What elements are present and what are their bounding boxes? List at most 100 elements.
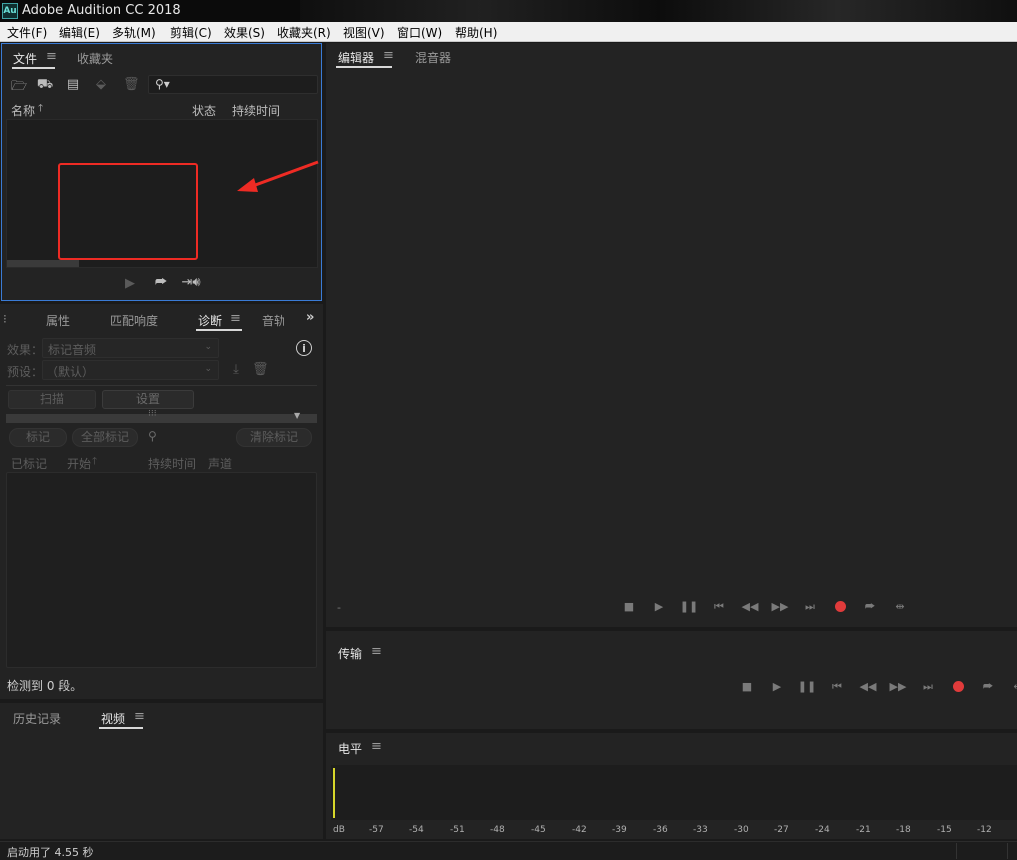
settings-button[interactable]: 设置 (102, 390, 194, 409)
menu-clip[interactable]: 剪辑(C) (170, 24, 212, 41)
go-to-start-icon[interactable]: ⏮ (708, 600, 730, 614)
stop-icon[interactable]: ■ (618, 600, 640, 613)
menu-view[interactable]: 视图(V) (343, 24, 385, 41)
menu-multitrack[interactable]: 多轨(M) (112, 24, 156, 41)
new-file-icon[interactable]: ▤ (64, 77, 82, 92)
tab-history[interactable]: 历史记录 (13, 710, 61, 727)
files-panel-menu-icon[interactable]: ≡ (46, 49, 57, 64)
tab-match-loudness[interactable]: 匹配响度 (110, 312, 158, 329)
db-tick-label: -30 (734, 825, 749, 835)
info-icon[interactable]: i (296, 340, 312, 356)
go-to-end-icon[interactable]: ⏭ (799, 600, 821, 614)
pause-icon[interactable]: ❚❚ (678, 600, 700, 613)
tab-files[interactable]: 文件 (13, 50, 37, 67)
delete-preset-icon[interactable]: 🗑 (252, 362, 269, 377)
column-name[interactable]: 名称 (11, 102, 35, 119)
record-icon[interactable] (835, 601, 846, 612)
level-panel-title: 电平 (338, 742, 363, 756)
skip-selection-icon[interactable]: ⇹ (1007, 680, 1017, 693)
rewind-icon[interactable]: ◀◀ (739, 600, 761, 613)
grip-icon: ⁝⁝⁝ (148, 409, 157, 419)
column-duration[interactable]: 持续时间 (232, 102, 280, 119)
open-folder-icon[interactable]: 🗁 (10, 77, 28, 99)
tab-diagnostics-underline (196, 329, 242, 331)
play-icon[interactable]: ▶ (648, 600, 670, 613)
db-tick-label: -57 (369, 825, 384, 835)
go-to-start-icon[interactable]: ⏮ (826, 680, 848, 694)
sort-asc-icon: 🡑 (92, 456, 98, 467)
files-list[interactable] (6, 119, 319, 268)
mark-all-button[interactable]: 全部标记 (72, 428, 138, 447)
zoom-icon[interactable]: ⚲ (148, 429, 157, 443)
stop-icon[interactable]: ■ (736, 680, 758, 693)
transport-panel-menu-icon[interactable]: ≡ (371, 644, 382, 659)
preset-select[interactable]: （默认） ⌄ (42, 360, 219, 380)
panel-splitter[interactable]: ⁝⁝⁝ ▼ (6, 409, 317, 423)
column-start[interactable]: 开始 (67, 455, 91, 472)
fast-forward-icon[interactable]: ▶▶ (769, 600, 791, 613)
files-search-input[interactable]: ⚲▾ (148, 75, 318, 94)
tab-properties[interactable]: 属性 (46, 312, 70, 329)
save-icon[interactable]: ⬙ (92, 77, 110, 92)
db-tick-label: -15 (937, 825, 952, 835)
meter-peak-marker (333, 768, 335, 818)
menu-file[interactable]: 文件(F) (7, 24, 47, 41)
audition-logo-icon: Au (2, 3, 18, 19)
auto-play-speaker-icon[interactable]: ⇥🔊︎ (180, 275, 202, 290)
more-panels-icon[interactable]: » (306, 310, 314, 325)
play-icon[interactable]: ▶ (122, 276, 138, 291)
chevron-down-icon: ⌄ (204, 342, 212, 352)
status-divider (956, 843, 957, 859)
db-tick-label: -12 (977, 825, 992, 835)
db-tick-label: -54 (409, 825, 424, 835)
tab-video[interactable]: 视频 (101, 710, 125, 727)
level-meter (331, 765, 1017, 820)
record-icon[interactable] (953, 681, 964, 692)
play-icon[interactable]: ▶ (766, 680, 788, 693)
transport-controls: ■ ▶ ❚❚ ⏮ ◀◀ ▶▶ ⏭ ⮫ ⇹ (736, 680, 1017, 694)
pause-icon[interactable]: ❚❚ (796, 680, 818, 693)
column-status[interactable]: 状态 (192, 102, 216, 119)
column-channel[interactable]: 声道 (208, 455, 232, 472)
menu-window[interactable]: 窗口(W) (397, 24, 442, 41)
tab-editor[interactable]: 编辑器 (338, 49, 374, 66)
loop-icon[interactable]: ⮫ (152, 275, 170, 290)
delete-icon[interactable]: 🗑 (123, 77, 140, 92)
column-duration[interactable]: 持续时间 (148, 455, 196, 472)
fast-forward-icon[interactable]: ▶▶ (887, 680, 909, 693)
loop-icon[interactable]: ⮫ (859, 600, 881, 614)
loop-icon[interactable]: ⮫ (977, 680, 999, 694)
tab-editor-underline (336, 66, 392, 68)
clear-marks-button[interactable]: 清除标记 (236, 428, 312, 447)
diagnostics-panel-menu-icon[interactable]: ≡ (230, 311, 241, 326)
editor-transport-bar: ■ ▶ ❚❚ ⏮ ◀◀ ▶▶ ⏭ ⮫ ⇹ (618, 600, 918, 614)
tab-mixer[interactable]: 混音器 (415, 49, 451, 66)
download-preset-icon[interactable]: ⤓ (228, 362, 244, 377)
scan-button[interactable]: 扫描 (8, 390, 96, 409)
tab-favorites[interactable]: 收藏夹 (77, 50, 113, 67)
tab-diagnostics[interactable]: 诊断 (198, 312, 222, 329)
editor-panel-menu-icon[interactable]: ≡ (383, 48, 394, 63)
db-tick-label: -42 (572, 825, 587, 835)
mark-button[interactable]: 标记 (9, 428, 67, 447)
go-to-end-icon[interactable]: ⏭ (917, 680, 939, 694)
rewind-icon[interactable]: ◀◀ (857, 680, 879, 693)
chevron-down-icon: ▼ (294, 411, 301, 420)
status-divider (1007, 843, 1008, 859)
tab-tracks[interactable]: 音轨 (262, 312, 284, 329)
menu-effects[interactable]: 效果(S) (224, 24, 265, 41)
menu-help[interactable]: 帮助(H) (455, 24, 497, 41)
tab-overflow-left[interactable]: ⁝ (3, 312, 7, 326)
import-icon[interactable]: ⛟ (36, 77, 54, 94)
skip-selection-icon[interactable]: ⇹ (889, 600, 911, 613)
menu-favorites[interactable]: 收藏夹(R) (277, 24, 331, 41)
files-horizontal-scrollbar[interactable] (7, 260, 79, 267)
column-marked[interactable]: 已标记 (11, 455, 47, 472)
effect-select[interactable]: 标记音频 ⌄ (42, 338, 219, 358)
menu-edit[interactable]: 编辑(E) (59, 24, 100, 41)
level-panel-menu-icon[interactable]: ≡ (371, 739, 382, 754)
title-bar-background (300, 0, 1017, 22)
marked-list[interactable] (6, 472, 317, 668)
video-panel-menu-icon[interactable]: ≡ (134, 709, 145, 724)
db-tick-label: -33 (693, 825, 708, 835)
